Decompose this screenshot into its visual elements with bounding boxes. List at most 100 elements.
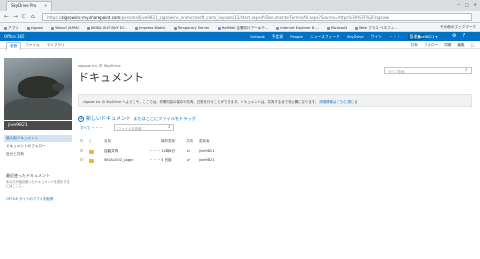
search-icon[interactable]: ⌕ xyxy=(168,124,170,130)
bookmark-impress[interactable]: Impress Watch xyxy=(135,25,166,31)
forward-icon[interactable]: → xyxy=(13,13,18,20)
modified-time: 5 日前 xyxy=(161,158,172,162)
bookmarks-other[interactable]: その他のブックマーク xyxy=(437,25,476,30)
search-input[interactable]: すべて検索 xyxy=(384,67,472,74)
new-document-label: 新しいドキュメント xyxy=(86,116,132,122)
minimize-icon[interactable]: ─ xyxy=(457,2,459,7)
share-button[interactable]: 共有 xyxy=(411,43,418,48)
nav-outlook[interactable]: Outlook xyxy=(250,34,265,40)
window-controls: ─ □ ✕ xyxy=(457,2,477,7)
bookmark-apps[interactable]: アプリ xyxy=(4,25,19,31)
search-icon[interactable]: ⌕ xyxy=(465,67,468,73)
profile-name[interactable]: jive9821 xyxy=(4,121,72,130)
editor-name[interactable]: jive9821 xyxy=(199,158,214,162)
reload-icon[interactable]: C xyxy=(22,14,26,20)
tab-files[interactable]: ファイル xyxy=(22,42,42,50)
bookmark-yahoo[interactable]: Yahoo! JAPAN xyxy=(50,25,79,31)
ribbon-tabs: 参照 ファイル ライブラリ xyxy=(6,42,68,50)
bookmark-icon xyxy=(217,26,221,30)
url-scheme: https:// xyxy=(47,15,62,20)
tab-browse[interactable]: 参照 xyxy=(6,42,22,50)
nav-sites[interactable]: サイト xyxy=(371,34,382,40)
nav-skydrive[interactable]: SkyDrive xyxy=(347,34,364,40)
page-title: ドキュメント xyxy=(78,71,144,84)
modified-time: 11時8分 xyxy=(161,149,176,153)
view-all-link[interactable]: すべて xyxy=(80,126,90,131)
bookmark-icon xyxy=(326,26,330,30)
bookmark-icon xyxy=(173,26,177,30)
get-apps-link[interactable]: OFFICE サイトのアプリを取得 xyxy=(6,196,53,201)
sidebar-item-followed-documents[interactable]: ドキュメントのフォロー xyxy=(6,144,46,149)
tab-library[interactable]: ライブラリ xyxy=(44,42,68,50)
profile-photo[interactable] xyxy=(4,58,72,120)
url-field[interactable]: https://zigsowinc-my.sharepoint.com/pers… xyxy=(42,13,472,21)
bookmark-akiba[interactable]: AKIBA GUY BUY DI... xyxy=(86,25,127,31)
welcome-notice: zigsow inc の SkyDrive へようこそ。ここでは、作業内容の保存… xyxy=(78,94,472,107)
drag-files-hint: またはここにファイルをドラッグ xyxy=(133,115,196,121)
table-row[interactable]: 自動共有 ・・・ 11時8分 ⇄ jive9821 xyxy=(78,147,318,156)
url-host: zigsowinc-my.sharepoint.com xyxy=(61,15,121,20)
apps-icon xyxy=(4,26,7,30)
bookmark-zigsow[interactable]: zigsow xyxy=(26,25,43,31)
column-header-name[interactable]: 名前 xyxy=(104,139,111,144)
photo-turtle-head xyxy=(52,83,64,91)
item-menu-button[interactable]: ・・・ xyxy=(149,157,161,163)
bookmark-temp-server[interactable]: Temporary Server xyxy=(173,25,210,31)
user-menu[interactable]: jive9821 ▾ xyxy=(418,34,437,39)
focus-icon[interactable]: □ xyxy=(471,43,474,48)
sidebar-item-my-documents[interactable]: 個人用ドキュメント xyxy=(6,136,38,141)
nav-newsfeed[interactable]: ニュースフィード xyxy=(310,34,340,40)
column-header-modified[interactable]: 最終更新 xyxy=(161,139,175,144)
help-icon[interactable]: ? xyxy=(462,33,465,39)
notice-learn-more-link[interactable]: 詳細情報はこちら xyxy=(319,100,346,104)
follow-button[interactable]: フォロー xyxy=(424,43,438,48)
recent-documents-description: あなたが最近使ったドキュメントを表示するにはここに... xyxy=(6,180,70,189)
bookmark-icon xyxy=(355,26,359,30)
bookmark-web-plus[interactable]: Web プラス ベネフィ... xyxy=(355,25,398,31)
ribbon-bar xyxy=(0,41,480,49)
ribbon-actions: 共有 フォロー 同期 編集 □ xyxy=(411,43,474,48)
check-icon xyxy=(80,139,83,142)
notice-close-link[interactable]: 閉じる xyxy=(347,100,357,104)
back-icon[interactable]: ← xyxy=(4,13,9,20)
o365-nav: Outlook 予定表 People ニュースフィード SkyDrive サイト… xyxy=(250,34,423,40)
home-icon[interactable]: ⌂ xyxy=(31,13,35,20)
nav-more[interactable]: ・・・ xyxy=(389,34,400,40)
item-menu-button[interactable]: ・・・ xyxy=(149,148,161,154)
file-search-input[interactable]: ファイルを検索 xyxy=(114,124,174,131)
file-name[interactable]: 自動共有 xyxy=(104,149,118,154)
sharing-icon[interactable]: ⇄ xyxy=(187,149,190,153)
maximize-icon[interactable]: □ xyxy=(465,2,469,7)
row-check-icon[interactable] xyxy=(80,158,83,161)
bookmark-icon xyxy=(50,26,54,30)
sidebar-item-shared-with-me[interactable]: 自分と共有 xyxy=(6,152,24,157)
plus-icon: + xyxy=(78,115,84,122)
close-window-icon[interactable]: ✕ xyxy=(474,2,477,7)
url-path: /personal/jive9821_zigsowinc_onmicrosoft… xyxy=(120,15,390,20)
gear-icon[interactable]: ⚙ xyxy=(452,33,456,39)
column-header-sharing[interactable]: 共有 xyxy=(186,139,193,144)
tab-close-icon[interactable]: × xyxy=(44,3,47,8)
row-check-icon[interactable] xyxy=(80,149,83,152)
bookmark-microsoft[interactable]: Microsoft xyxy=(326,25,347,31)
bookmarks-bar: アプリ zigsow Yahoo! JAPAN AKIBA GUY BUY DI… xyxy=(0,23,480,32)
view-more-button[interactable]: ・・・ xyxy=(91,125,103,131)
column-header-editor[interactable]: 更新者 xyxy=(199,139,210,144)
select-all-check[interactable] xyxy=(80,139,83,143)
o365-title[interactable]: Office 365 xyxy=(4,34,25,39)
new-document-button[interactable]: + 新しいドキュメント またはここにファイルをドラッグ xyxy=(78,115,196,122)
bookmark-icon xyxy=(135,26,139,30)
table-row[interactable]: WOA1002_Login ・・・ 5 日前 ⇄ jive9821 xyxy=(78,156,318,165)
photo-rock xyxy=(4,98,72,120)
file-name[interactable]: WOA1002_Login xyxy=(104,158,133,162)
sharing-icon[interactable]: ⇄ xyxy=(187,158,190,162)
bookmark-icon xyxy=(26,26,30,30)
nav-calendar[interactable]: 予定表 xyxy=(272,34,283,40)
sync-button[interactable]: 同期 xyxy=(444,43,451,48)
tab-title: SkyDrive Pro xyxy=(11,3,37,8)
bookmark-hotmail[interactable]: HotMail 企業向けアーキテ... xyxy=(217,25,268,31)
nav-people[interactable]: People xyxy=(290,34,303,40)
editor-name[interactable]: jive9821 xyxy=(199,149,214,153)
edit-button[interactable]: 編集 xyxy=(457,43,464,48)
bookmark-ie8[interactable]: Internet Explorer 8 ... xyxy=(276,25,319,31)
